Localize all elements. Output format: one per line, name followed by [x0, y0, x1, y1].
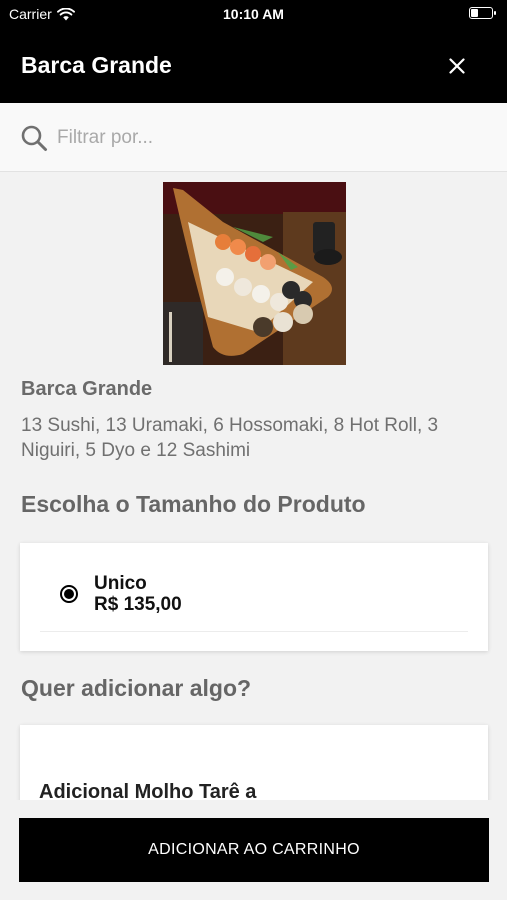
- search-bar: [0, 103, 507, 172]
- divider: [40, 631, 468, 632]
- battery-icon: [469, 7, 496, 19]
- addon-card: Adicional Molho Tarê a: [20, 725, 488, 800]
- radio-selected-icon[interactable]: [60, 585, 78, 603]
- page-title: Barca Grande: [21, 52, 172, 78]
- product-content: Barca Grande 13 Sushi, 13 Uramaki, 6 Hos…: [0, 172, 507, 800]
- close-button[interactable]: [443, 52, 471, 80]
- nav-bar: Barca Grande: [0, 28, 507, 103]
- status-time: 10:10 AM: [223, 6, 284, 22]
- product-image: [163, 182, 346, 365]
- add-to-cart-button[interactable]: ADICIONAR AO CARRINHO: [19, 818, 489, 882]
- close-icon: [449, 58, 465, 74]
- search-input[interactable]: [57, 122, 477, 154]
- size-option-name: Unico: [94, 573, 147, 594]
- product-name: Barca Grande: [21, 378, 153, 400]
- status-bar: Carrier 10:10 AM: [0, 0, 507, 28]
- size-option[interactable]: Unico R$ 135,00: [60, 573, 182, 615]
- product-description: 13 Sushi, 13 Uramaki, 6 Hossomaki, 8 Hot…: [21, 415, 439, 461]
- size-options-card: Unico R$ 135,00: [20, 543, 488, 651]
- size-option-price: R$ 135,00: [94, 594, 182, 615]
- bottom-bar: ADICIONAR AO CARRINHO: [0, 800, 507, 900]
- addon-item-label: Adicional Molho Tarê a: [39, 781, 257, 800]
- addon-section-title: Quer adicionar algo?: [21, 675, 252, 701]
- search-icon: [21, 125, 47, 151]
- size-section-title: Escolha o Tamanho do Produto: [21, 491, 366, 517]
